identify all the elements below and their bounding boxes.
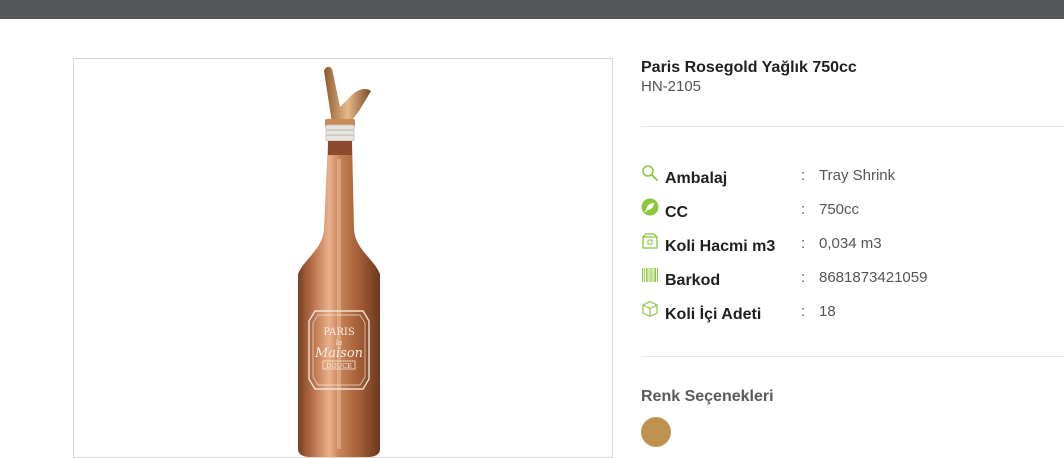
spec-separator: : [801,167,806,184]
spec-value: Tray Shrink [819,167,896,184]
product-image[interactable]: PARIS la Maison DOUCE [73,58,613,458]
bottle-image: PARIS la Maison DOUCE [298,66,380,457]
spec-label: Barkod [665,272,721,289]
spec-row-barkod: Barkod : 8681873421059 [641,266,1064,290]
divider-bottom [641,356,1064,357]
spec-label: Koli Hacmi m3 [665,238,776,255]
spec-value: 18 [819,303,836,320]
spec-value: 8681873421059 [819,269,928,286]
leaf-icon [641,198,659,216]
cube-icon [642,300,658,318]
search-icon [642,165,658,181]
product-code: HN-2105 [641,78,702,95]
divider-top [641,126,1064,127]
spec-separator: : [801,303,806,320]
top-bar [0,0,1064,19]
barcode-icon [642,268,658,282]
spec-value: 0,034 m3 [819,235,882,252]
spec-row-koli-hacmi: Koli Hacmi m3 : 0,034 m3 [641,232,1064,256]
spec-row-koli-ici-adeti: Koli İçi Adeti : 18 [641,300,1064,324]
spec-label: Ambalaj [665,170,728,187]
product-title: Paris Rosegold Yağlık 750cc [641,59,857,76]
box-icon [642,233,658,249]
spec-label: Koli İçi Adeti [665,306,762,323]
spec-separator: : [801,235,806,252]
spec-row-cc: CC : 750cc [641,198,1064,222]
product-info: Paris Rosegold Yağlık 750cc HN-2105 [641,58,1064,96]
bottle-label-text-4: DOUCE [326,362,352,370]
spec-label: CC [665,204,689,221]
bottle-label-text-1: PARIS [323,327,355,338]
color-options-title: Renk Seçenekleri [641,388,774,405]
bottle-label-text-3: Maison [314,346,363,361]
spec-row-ambalaj: Ambalaj : Tray Shrink [641,164,1064,188]
spec-separator: : [801,269,806,286]
spec-value: 750cc [819,201,860,218]
spec-separator: : [801,201,806,218]
color-swatch[interactable] [641,417,671,447]
